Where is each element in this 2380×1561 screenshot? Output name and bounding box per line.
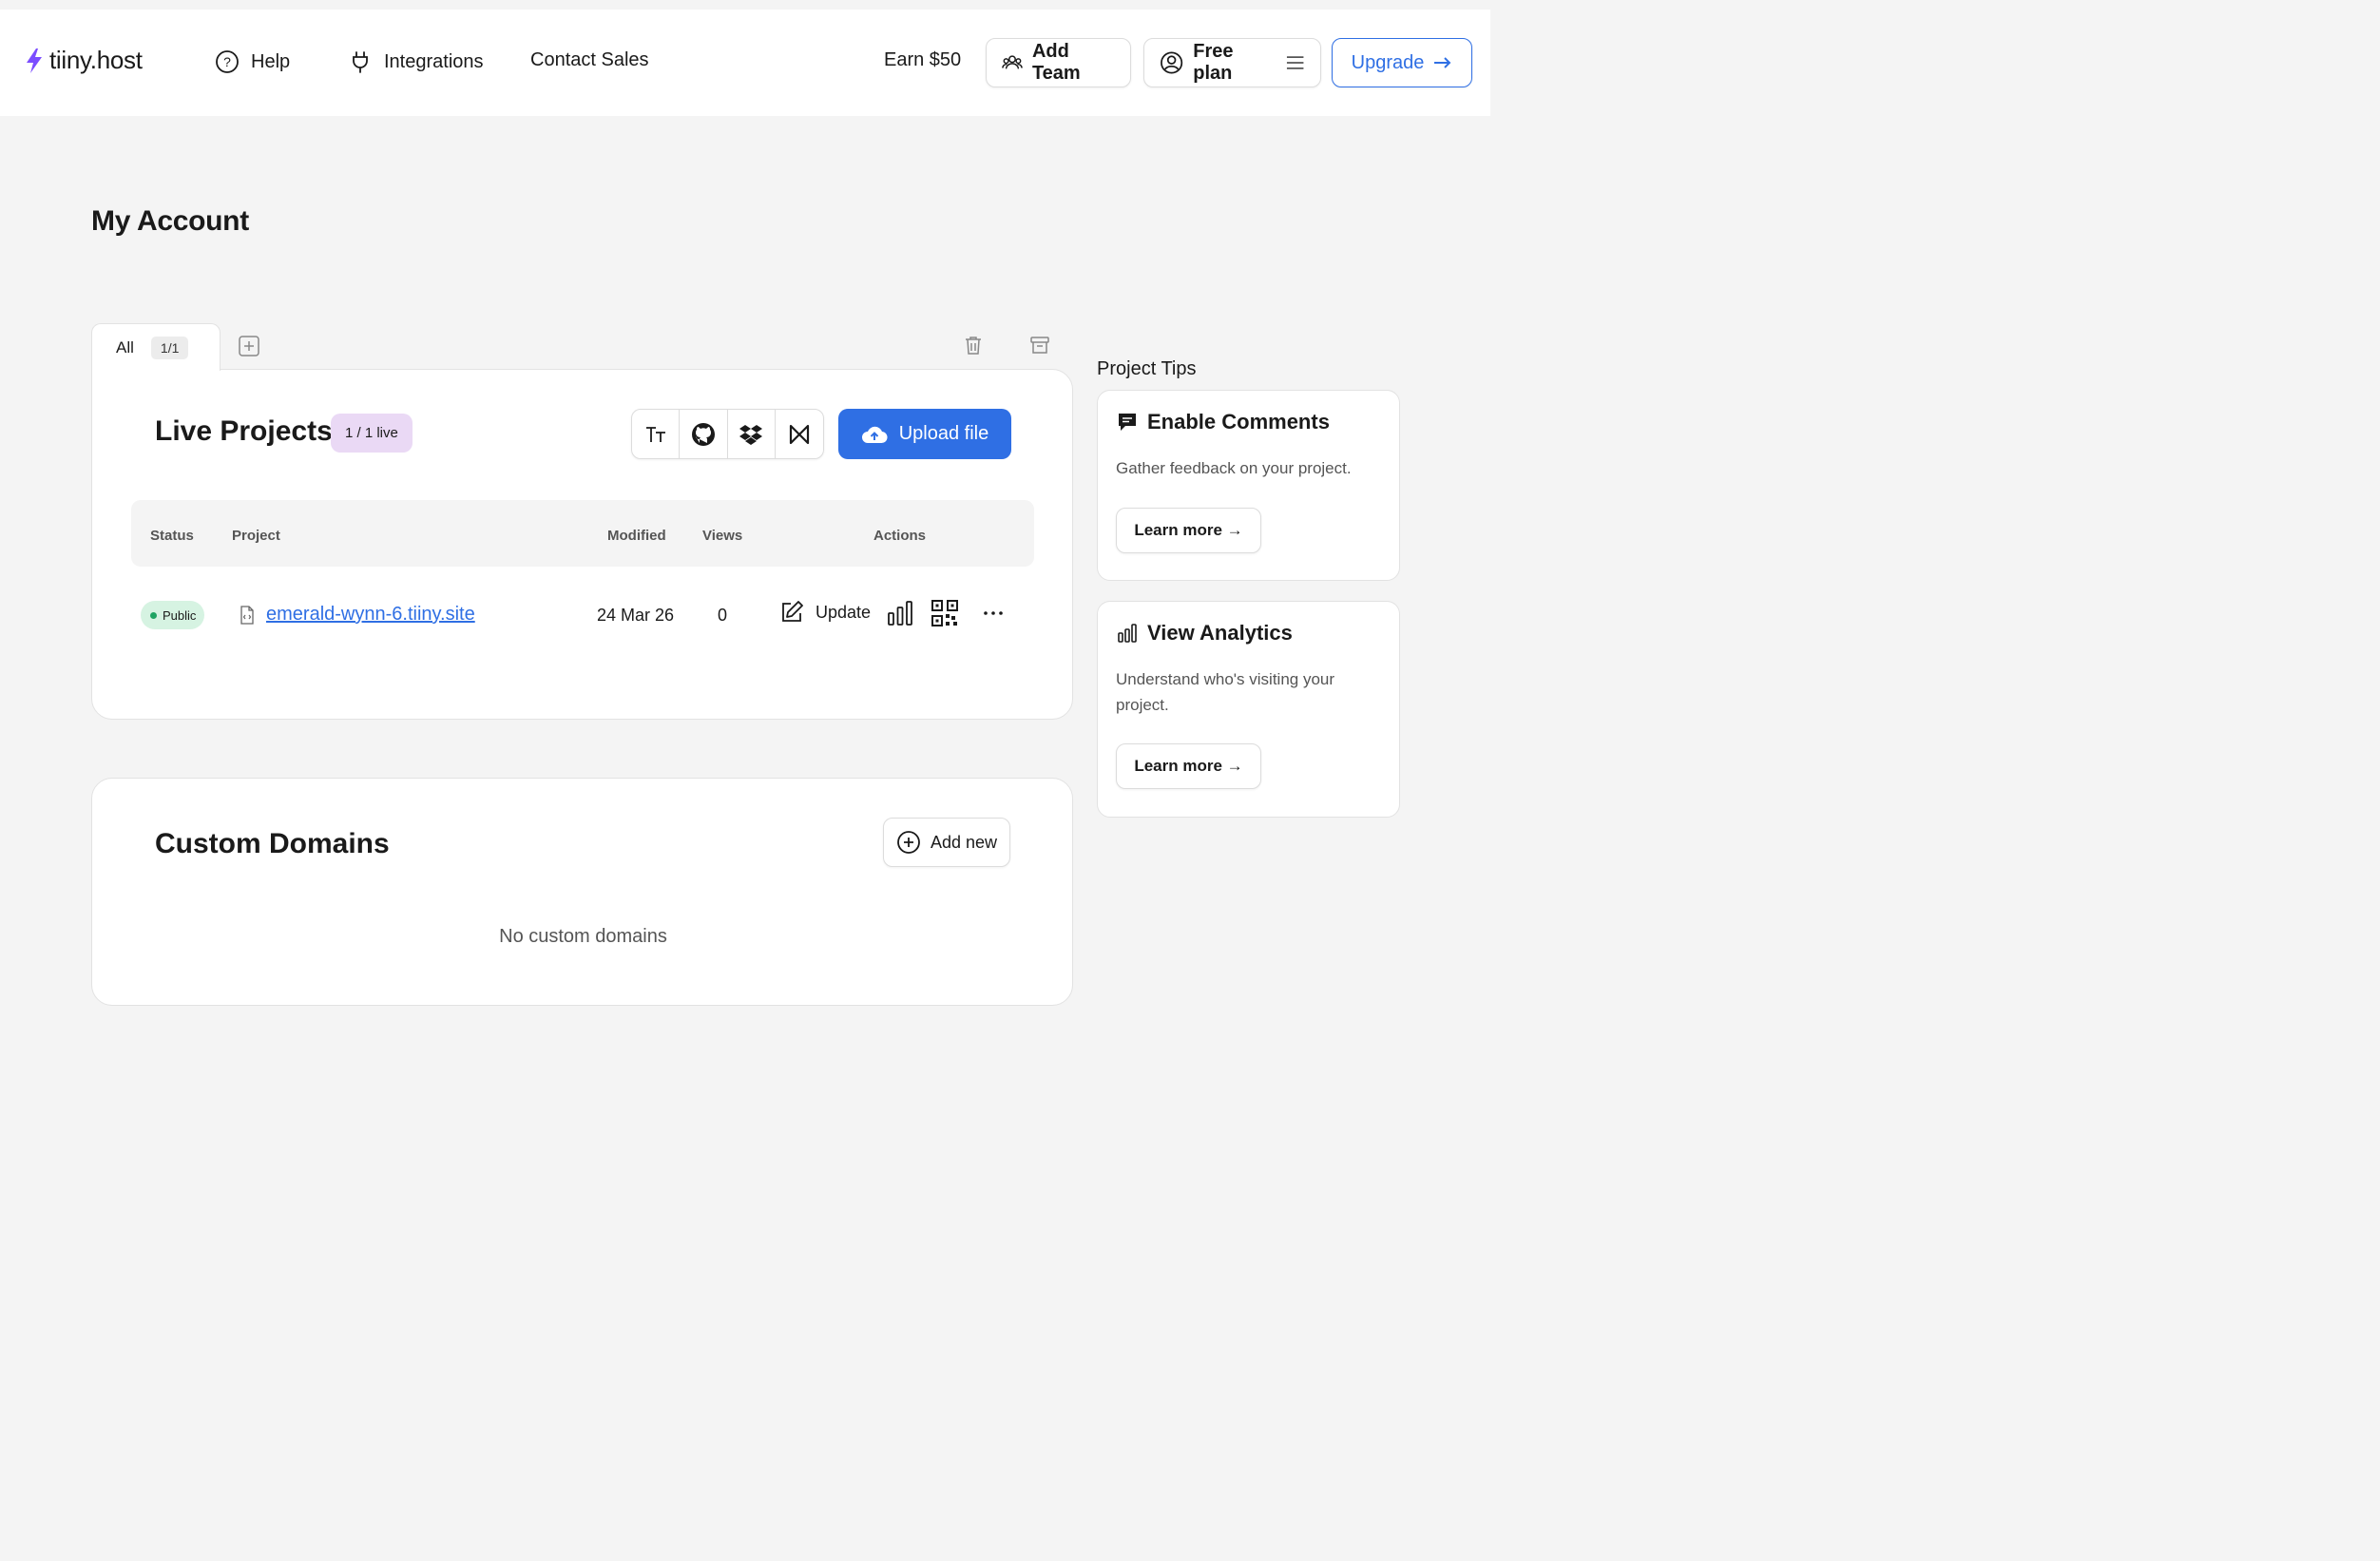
upgrade-label: Upgrade <box>1351 51 1425 73</box>
arrow-right-icon <box>1434 57 1451 68</box>
tab-all-label: All <box>116 337 134 357</box>
update-button[interactable]: Update <box>779 600 871 625</box>
tip-heading: Enable Comments <box>1117 410 1330 434</box>
tip-description: Understand who's visiting your project. <box>1116 670 1335 714</box>
col-status: Status <box>150 528 194 544</box>
view-count: 0 <box>718 606 728 625</box>
tab-all-count: 1/1 <box>150 336 189 359</box>
learn-more-button[interactable]: Learn more → <box>1116 743 1261 789</box>
col-modified: Modified <box>607 528 666 544</box>
project-link[interactable]: emerald-wynn-6.tiiny.site <box>266 604 475 626</box>
top-strip <box>0 0 1490 10</box>
nav-contact-sales[interactable]: Contact Sales <box>530 49 649 71</box>
nav-contact-sales-label: Contact Sales <box>530 49 649 70</box>
svg-text:?: ? <box>223 54 231 69</box>
custom-domains-title: Custom Domains <box>155 828 390 859</box>
live-count-badge: 1 / 1 live <box>331 414 413 453</box>
webflow-button[interactable] <box>776 410 823 458</box>
nav-integrations-label: Integrations <box>384 50 484 72</box>
menu-icon <box>1286 56 1304 69</box>
add-domain-label: Add new <box>930 832 998 852</box>
tip-card-analytics: View Analytics Understand who's visiting… <box>1097 601 1400 818</box>
live-projects-title: Live Projects <box>155 415 333 447</box>
upgrade-button[interactable]: Upgrade <box>1332 38 1472 87</box>
tip-title: Enable Comments <box>1147 410 1330 434</box>
free-plan-menu[interactable]: Free plan <box>1143 38 1321 87</box>
tip-description: Gather feedback on your project. <box>1116 459 1352 477</box>
nav-help-label: Help <box>251 50 291 72</box>
tip-card-comments: Enable Comments Gather feedback on your … <box>1097 390 1400 581</box>
add-team-label: Add Team <box>1031 41 1081 84</box>
table-row: Public emerald-wynn-6.tiiny.site 24 Mar … <box>131 588 1034 642</box>
tab-all[interactable]: All 1/1 <box>91 323 221 371</box>
tip-title: View Analytics <box>1147 621 1293 645</box>
user-circle-icon <box>1161 51 1183 74</box>
comment-icon <box>1119 414 1136 431</box>
plug-icon <box>353 51 368 73</box>
bolt-icon <box>27 48 42 73</box>
col-project: Project <box>232 528 280 544</box>
add-domain-button[interactable]: Add new <box>883 818 1010 867</box>
tip-heading: View Analytics <box>1117 621 1293 646</box>
archive-icon[interactable] <box>1029 335 1050 356</box>
help-circle-icon: ? <box>216 50 239 73</box>
dropbox-button[interactable] <box>728 410 776 458</box>
project-tips-label: Project Tips <box>1097 358 1197 379</box>
earn-link[interactable]: Earn $50 <box>884 49 961 71</box>
page-title: My Account <box>91 205 249 237</box>
qr-code-icon[interactable] <box>931 600 958 626</box>
live-projects-card: Live Projects 1 / 1 live Upload file Sta… <box>91 369 1073 720</box>
more-options-icon[interactable] <box>980 600 1007 626</box>
users-icon <box>1002 55 1023 69</box>
dropbox-icon <box>739 424 763 445</box>
add-team-button[interactable]: Add Team <box>986 38 1131 87</box>
github-button[interactable] <box>680 410 728 458</box>
webflow-icon <box>789 424 809 444</box>
text-size-icon <box>645 426 665 442</box>
custom-domains-card: Custom Domains Add new No custom domains <box>91 778 1073 1006</box>
upload-file-button[interactable]: Upload file <box>838 409 1011 459</box>
analytics-icon[interactable] <box>887 600 913 626</box>
logo-text: tiiny.host <box>49 46 143 74</box>
plus-circle-icon <box>897 831 920 854</box>
bar-chart-icon <box>1118 624 1137 643</box>
github-icon <box>691 422 715 446</box>
modified-date: 24 Mar 26 <box>597 606 675 625</box>
edit-icon <box>782 601 803 622</box>
empty-state: No custom domains <box>499 926 667 947</box>
file-code-icon <box>240 606 254 625</box>
learn-more-button[interactable]: Learn more → <box>1116 508 1261 553</box>
update-label: Update <box>816 602 872 622</box>
col-actions: Actions <box>873 528 927 544</box>
trash-icon[interactable] <box>963 335 984 356</box>
top-header: tiiny.host ? Help Integrations Contact S… <box>0 10 1490 116</box>
status-label: Public <box>163 607 197 623</box>
import-tools <box>631 409 824 459</box>
col-views: Views <box>702 528 743 544</box>
status-dot <box>150 611 157 619</box>
nav-integrations[interactable]: Integrations <box>348 49 484 74</box>
free-plan-label: Free plan <box>1193 41 1234 84</box>
nav-help[interactable]: ? Help <box>215 49 290 74</box>
table-header: Status Project Modified Views Actions <box>131 500 1034 567</box>
add-tab-icon[interactable] <box>239 336 259 357</box>
cloud-upload-icon <box>861 426 888 443</box>
logo[interactable]: tiiny.host <box>25 46 143 75</box>
text-tool-button[interactable] <box>632 410 681 458</box>
upload-file-label: Upload file <box>898 423 989 444</box>
status-badge: Public <box>141 601 204 629</box>
